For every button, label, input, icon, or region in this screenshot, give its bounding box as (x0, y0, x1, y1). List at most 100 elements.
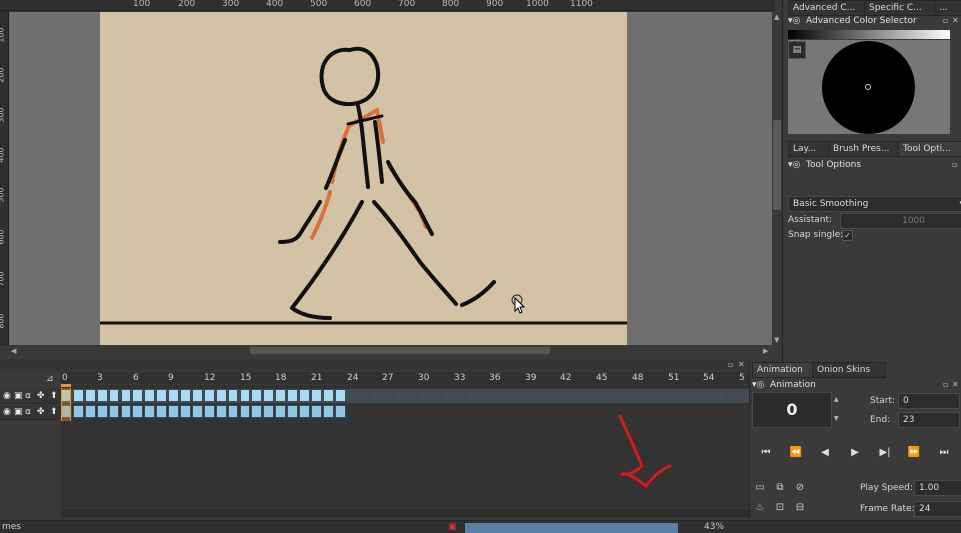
frame-cell[interactable] (275, 405, 287, 418)
frame-cell[interactable] (465, 389, 477, 402)
frame-cell[interactable] (84, 405, 96, 418)
previous-frame-icon[interactable]: ◀ (816, 446, 834, 460)
frame-cell[interactable] (334, 405, 346, 418)
frame-cell[interactable] (144, 389, 156, 402)
frame-cell[interactable] (501, 389, 513, 402)
frame-cell[interactable] (203, 389, 215, 402)
frame-cell[interactable] (203, 405, 215, 418)
frame-cell[interactable] (346, 389, 358, 402)
tab-advanced-color[interactable]: Advanced C... (788, 0, 872, 16)
play-speed-field[interactable]: 1.00 (914, 480, 961, 496)
frame-cell[interactable] (96, 405, 108, 418)
frame-cell[interactable] (656, 389, 667, 402)
frame-cell[interactable] (596, 389, 608, 402)
tab-brush-presets[interactable]: Brush Pres... (828, 141, 906, 157)
timeline-scrollbar[interactable] (61, 509, 749, 517)
first-frame-icon[interactable]: ⏮ (757, 446, 775, 460)
frame-cell[interactable] (168, 405, 179, 418)
frame-cell[interactable] (120, 405, 132, 418)
frame-cell[interactable] (120, 389, 132, 402)
frame-row-1[interactable] (61, 389, 751, 403)
color-picker-cursor[interactable] (865, 84, 871, 90)
visibility-icon[interactable]: ◉ (3, 390, 11, 402)
canvas-viewport[interactable] (9, 12, 772, 345)
frame-ruler[interactable]: 0 3 6 9 12 15 18 21 24 27 30 33 36 39 42… (61, 372, 749, 384)
timeline-layer-row[interactable]: ◉ ▣ α ✤ ⬆ (0, 405, 61, 420)
spin-up-icon[interactable]: ▲ (834, 397, 842, 403)
frame-cell[interactable] (418, 389, 429, 402)
snap-single-checkbox[interactable]: ✓ (842, 230, 853, 241)
frame-cell[interactable] (263, 389, 275, 402)
close-icon[interactable]: ✕ (738, 360, 745, 369)
frame-cell[interactable] (72, 405, 84, 418)
frame-cell[interactable] (215, 405, 227, 418)
timeline-settings-icon[interactable]: ⊿ (46, 374, 54, 384)
frame-cell[interactable] (227, 389, 239, 402)
frame-cell[interactable] (132, 389, 144, 402)
frame-cell[interactable] (334, 389, 346, 402)
frame-cell[interactable] (227, 405, 239, 418)
frame-cell[interactable] (691, 389, 703, 402)
lock-icon[interactable]: ▣ (14, 406, 23, 418)
frame-cell[interactable] (572, 389, 584, 402)
close-icon[interactable]: ✕ (952, 16, 959, 25)
frame-cell[interactable] (84, 389, 96, 402)
onion-skin-icon[interactable]: ✤ (37, 390, 45, 402)
frame-cell[interactable] (584, 389, 596, 402)
assistant-slider[interactable]: 1000 (840, 213, 961, 229)
start-field[interactable]: 0 (898, 393, 960, 409)
frame-cell[interactable] (251, 405, 263, 418)
frame-cell[interactable] (108, 405, 120, 418)
frame-cell[interactable] (287, 389, 298, 402)
frame-cell[interactable] (156, 389, 168, 402)
frame-cell[interactable] (548, 389, 560, 402)
frame-cell[interactable] (310, 405, 322, 418)
frame-cell[interactable] (299, 389, 310, 402)
remove-keyframe-icon[interactable]: ⊘ (792, 481, 808, 495)
tab-specific-color[interactable]: Specific C... (864, 0, 942, 16)
frame-cell[interactable] (191, 405, 203, 418)
frame-cell[interactable] (667, 389, 679, 402)
pin-icon[interactable]: ⬆ (50, 390, 58, 402)
frame-cell[interactable] (156, 405, 168, 418)
frame-cell[interactable] (429, 389, 441, 402)
frame-rate-field[interactable]: 24 (914, 501, 961, 517)
frame-cell[interactable] (322, 405, 334, 418)
frame-cell[interactable] (310, 389, 322, 402)
onion-skin-icon[interactable]: ✤ (37, 406, 45, 418)
frame-cell[interactable] (144, 405, 156, 418)
frame-cell[interactable] (96, 389, 108, 402)
frame-cell[interactable] (560, 389, 572, 402)
frame-cell[interactable] (191, 389, 203, 402)
frame-cell[interactable] (525, 389, 536, 402)
frame-cell[interactable] (513, 389, 525, 402)
frame-cell[interactable] (239, 389, 251, 402)
frame-cell[interactable] (108, 389, 120, 402)
playhead-marker[interactable] (61, 384, 71, 387)
frame-cell[interactable] (251, 389, 263, 402)
canvas-vertical-scroll-thumb[interactable] (773, 120, 781, 210)
scroll-right-icon[interactable]: ▶ (763, 347, 768, 355)
close-icon[interactable]: ✕ (952, 380, 959, 389)
canvas-paper[interactable] (98, 12, 629, 345)
timeline-layer-row[interactable]: ◉ ▣ α ✤ ⬆ (0, 389, 61, 404)
visibility-icon[interactable]: ◉ (3, 406, 11, 418)
frame-cell[interactable] (382, 389, 394, 402)
tab-animation[interactable]: Animation (752, 362, 820, 378)
frame-cell[interactable] (215, 389, 227, 402)
next-keyframe-icon[interactable]: ⏩ (905, 446, 923, 460)
float-icon[interactable]: ▫ (943, 16, 948, 25)
collapse-arrow-icon[interactable]: ▾◎ (752, 380, 764, 390)
frame-cell[interactable] (477, 389, 489, 402)
duplicate-keyframe-icon[interactable]: ⧉ (772, 481, 788, 495)
color-settings-icon[interactable]: ▤ (788, 41, 806, 59)
frame-cell[interactable] (644, 389, 655, 402)
frame-cell[interactable] (406, 389, 417, 402)
frame-cell[interactable] (287, 405, 298, 418)
drop-frames-icon[interactable]: ⊟ (792, 501, 808, 515)
collapse-arrow-icon[interactable]: ▾◎ (788, 160, 800, 170)
frame-cell[interactable] (370, 389, 382, 402)
float-icon[interactable]: ▫ (952, 160, 957, 169)
smoothing-select[interactable]: Basic Smoothing ▾ (788, 196, 961, 212)
scroll-up-icon[interactable]: ▲ (774, 13, 779, 21)
